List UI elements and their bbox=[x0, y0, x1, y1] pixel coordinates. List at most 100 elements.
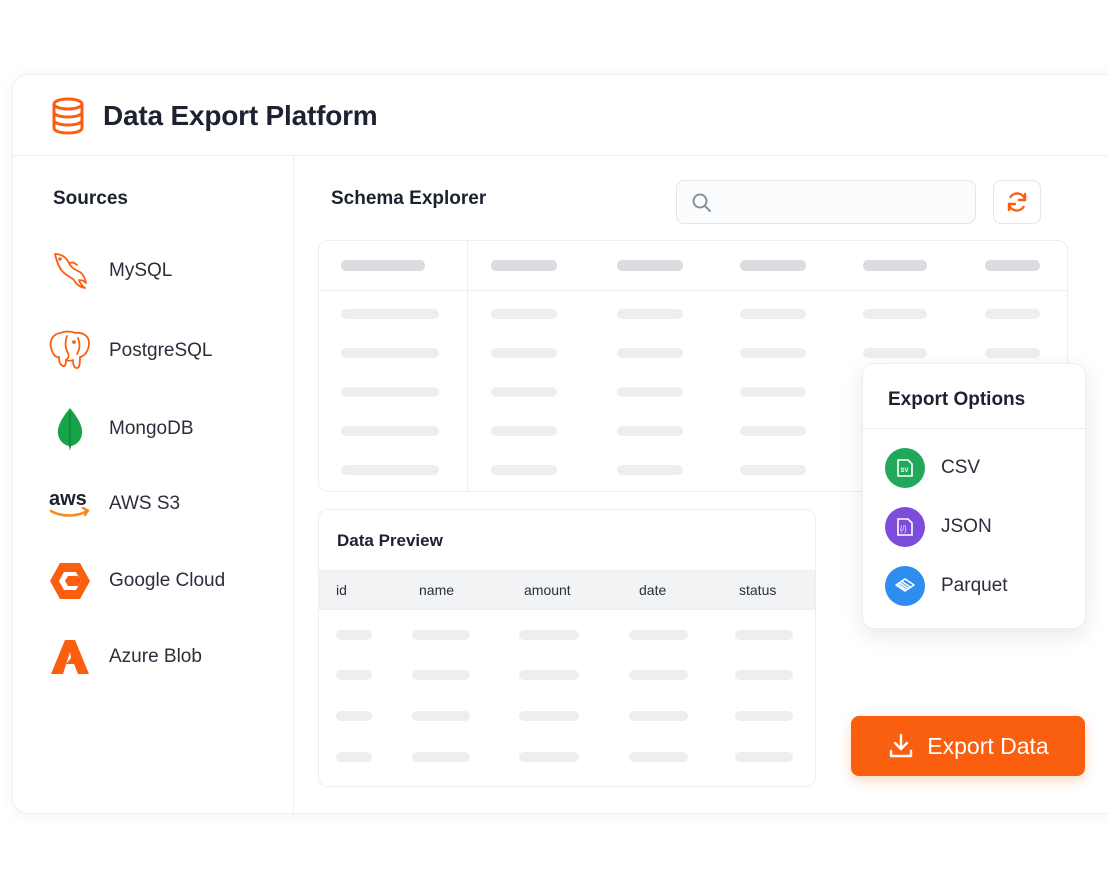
skeleton-bar bbox=[617, 309, 683, 319]
skeleton-bar bbox=[985, 309, 1040, 319]
source-item-mysql[interactable]: MySQL bbox=[45, 248, 285, 294]
svg-text:SV: SV bbox=[901, 468, 909, 474]
skeleton-bar bbox=[617, 465, 683, 475]
skeleton-bar bbox=[740, 260, 806, 271]
aws-logo-icon: aws bbox=[45, 481, 95, 527]
skeleton-bar bbox=[629, 711, 688, 721]
column-header-id[interactable]: id bbox=[336, 582, 347, 598]
skeleton-bar bbox=[341, 309, 439, 319]
export-option-label: Parquet bbox=[941, 575, 1008, 596]
export-data-label: Export Data bbox=[927, 732, 1049, 759]
column-header-date[interactable]: date bbox=[639, 582, 666, 598]
export-options-title: Export Options bbox=[888, 389, 1026, 410]
skeleton-bar bbox=[735, 670, 793, 680]
skeleton-bar bbox=[491, 426, 557, 436]
skeleton-bar bbox=[985, 348, 1040, 358]
source-label: Azure Blob bbox=[109, 646, 202, 667]
skeleton-bar bbox=[412, 711, 470, 721]
skeleton-bar bbox=[863, 348, 927, 358]
column-divider bbox=[467, 241, 468, 491]
skeleton-bar bbox=[735, 630, 793, 640]
svg-text:aws: aws bbox=[49, 488, 87, 510]
export-option-csv[interactable]: SV CSV bbox=[885, 447, 1075, 489]
skeleton-bar bbox=[629, 752, 688, 762]
data-preview-title: Data Preview bbox=[337, 531, 443, 550]
schema-explorer-title: Schema Explorer bbox=[331, 188, 487, 209]
skeleton-bar bbox=[491, 465, 557, 475]
export-options-card: Export Options SV CSV {/} JSON Parquet bbox=[862, 363, 1086, 629]
skeleton-bar bbox=[336, 711, 372, 721]
skeleton-bar bbox=[341, 465, 439, 475]
refresh-button[interactable] bbox=[993, 180, 1041, 224]
skeleton-bar bbox=[519, 752, 579, 762]
column-header-name[interactable]: name bbox=[419, 582, 454, 598]
sidebar-title: Sources bbox=[53, 188, 128, 209]
skeleton-bar bbox=[341, 348, 439, 358]
skeleton-bar bbox=[491, 260, 557, 271]
mongodb-leaf-icon bbox=[45, 406, 95, 452]
skeleton-bar bbox=[740, 426, 806, 436]
skeleton-bar bbox=[617, 387, 683, 397]
source-label: MySQL bbox=[109, 260, 173, 281]
skeleton-bar bbox=[617, 426, 683, 436]
search-box[interactable] bbox=[676, 180, 976, 224]
svg-text:{/}: {/} bbox=[900, 526, 907, 533]
export-data-button[interactable]: Export Data bbox=[851, 716, 1085, 776]
skeleton-bar bbox=[341, 260, 425, 271]
skeleton-bar bbox=[491, 348, 557, 358]
skeleton-bar bbox=[617, 260, 683, 271]
source-item-postgresql[interactable]: PostgreSQL bbox=[45, 328, 285, 374]
skeleton-bar bbox=[740, 387, 806, 397]
sources-sidebar: Sources MySQL PostgreSQL MongoDB aws AWS… bbox=[13, 156, 294, 813]
skeleton-bar bbox=[519, 670, 579, 680]
json-file-icon: {/} bbox=[885, 507, 925, 547]
skeleton-bar bbox=[336, 670, 372, 680]
source-item-mongodb[interactable]: MongoDB bbox=[45, 406, 285, 452]
skeleton-bar bbox=[863, 260, 927, 271]
skeleton-bar bbox=[491, 387, 557, 397]
column-header-amount[interactable]: amount bbox=[524, 582, 571, 598]
skeleton-bar bbox=[985, 260, 1040, 271]
source-label: MongoDB bbox=[109, 418, 194, 439]
skeleton-bar bbox=[412, 670, 470, 680]
search-icon bbox=[692, 193, 711, 212]
export-option-label: CSV bbox=[941, 457, 981, 478]
google-cloud-icon bbox=[45, 558, 95, 604]
skeleton-bar bbox=[629, 630, 688, 640]
source-item-azure-blob[interactable]: Azure Blob bbox=[45, 634, 285, 680]
source-label: PostgreSQL bbox=[109, 340, 213, 361]
csv-file-icon: SV bbox=[885, 448, 925, 488]
skeleton-bar bbox=[740, 465, 806, 475]
source-label: Google Cloud bbox=[109, 570, 226, 591]
skeleton-bar bbox=[336, 752, 372, 762]
skeleton-bar bbox=[341, 387, 439, 397]
skeleton-bar bbox=[617, 348, 683, 358]
divider bbox=[863, 428, 1085, 429]
refresh-icon bbox=[1007, 192, 1027, 212]
skeleton-bar bbox=[519, 711, 579, 721]
header-divider bbox=[319, 290, 1067, 291]
postgresql-elephant-icon bbox=[45, 328, 95, 374]
skeleton-bar bbox=[735, 752, 793, 762]
data-preview-panel: Data Preview id name amount date status bbox=[318, 509, 816, 787]
column-header-status[interactable]: status bbox=[739, 582, 776, 598]
skeleton-bar bbox=[336, 630, 372, 640]
skeleton-bar bbox=[740, 309, 806, 319]
source-item-aws-s3[interactable]: aws AWS S3 bbox=[45, 481, 285, 527]
parquet-icon bbox=[885, 566, 925, 606]
export-option-json[interactable]: {/} JSON bbox=[885, 506, 1075, 548]
skeleton-bar bbox=[863, 309, 927, 319]
source-label: AWS S3 bbox=[109, 493, 181, 514]
export-option-parquet[interactable]: Parquet bbox=[885, 565, 1075, 607]
title-bar: Data Export Platform bbox=[13, 75, 1108, 156]
app-window: Data Export Platform Sources MySQL Postg… bbox=[12, 74, 1108, 814]
download-icon bbox=[890, 733, 913, 758]
database-icon bbox=[52, 97, 84, 135]
export-option-label: JSON bbox=[941, 516, 992, 537]
main-panel: Schema Explorer Data Preview id name amo… bbox=[295, 156, 1108, 813]
preview-header-row: id name amount date status bbox=[319, 570, 815, 610]
skeleton-bar bbox=[412, 752, 470, 762]
source-item-google-cloud[interactable]: Google Cloud bbox=[45, 558, 285, 604]
azure-icon bbox=[45, 634, 95, 680]
search-input[interactable] bbox=[721, 181, 971, 223]
